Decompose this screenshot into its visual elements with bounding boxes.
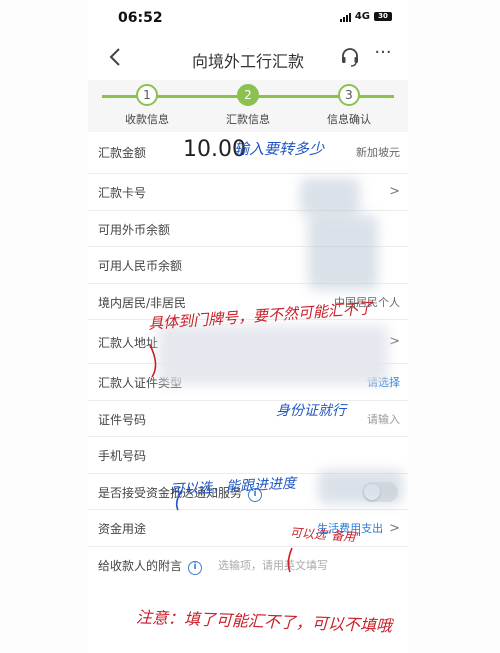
amount-label: 汇款金额 [98, 146, 147, 160]
step-label: 收款信息 [125, 113, 169, 126]
more-icon[interactable]: ··· [372, 44, 394, 66]
status-bar: 06:52 4G 30 [88, 0, 408, 38]
step-confirm: 3 信息确认 [304, 84, 394, 127]
step-label: 信息确认 [327, 113, 371, 126]
network-type: 4G [354, 11, 370, 22]
card-row[interactable]: 汇款卡号 > [88, 174, 408, 211]
status-indicators: 4G 30 [339, 11, 392, 22]
id-number-input[interactable]: 请输入 [367, 411, 400, 427]
signal-icon [339, 12, 351, 22]
step-number: 1 [136, 84, 158, 106]
id-number-label: 证件号码 [98, 412, 147, 427]
id-annotation: 身份证就行 [276, 403, 346, 419]
step-number: 3 [338, 84, 360, 106]
nav-bar: 向境外工行汇款 ··· [88, 40, 408, 76]
privacy-blur [300, 178, 360, 216]
page-title: 向境外工行汇款 [191, 52, 304, 71]
battery-icon: 30 [374, 12, 392, 21]
phone-row[interactable]: 手机号码 [88, 437, 408, 474]
step-remit-info: 2 汇款信息 [203, 84, 293, 127]
id-number-row[interactable]: 证件号码 请输入 [88, 401, 408, 437]
card-label: 汇款卡号 [98, 186, 147, 200]
remark-row[interactable]: 给收款人的附言 i 选输项，请用英文填写 [88, 547, 408, 584]
privacy-blur [158, 325, 388, 385]
rmb-balance-label: 可用人民币余额 [98, 259, 183, 273]
currency-value[interactable]: 新加坡元 [356, 144, 400, 160]
purpose-label: 资金用途 [98, 522, 147, 536]
remark-input[interactable]: 选输项，请用英文填写 [218, 557, 328, 573]
status-time: 06:52 [118, 10, 163, 26]
step-number: 2 [237, 84, 259, 106]
step-receiver-info: 1 收款信息 [102, 84, 192, 127]
fx-balance-label: 可用外币余额 [98, 222, 171, 237]
privacy-blur [308, 215, 378, 290]
privacy-blur [318, 470, 403, 504]
address-label: 汇款人地址 [98, 336, 159, 350]
remark-label: 给收款人的附言 i [98, 557, 203, 575]
amount-annotation: 输入要转多少 [234, 140, 325, 158]
progress-stepper: 1 收款信息 2 汇款信息 3 信息确认 [88, 80, 408, 132]
card-chevron-icon[interactable]: > [383, 184, 400, 199]
step-label: 汇款信息 [226, 113, 270, 126]
info-icon[interactable]: i [188, 560, 203, 575]
remark-label-text: 给收款人的附言 [98, 558, 183, 573]
phone-label: 手机号码 [98, 449, 147, 463]
headset-icon[interactable] [340, 46, 360, 68]
residency-label: 境内居民/非居民 [98, 295, 187, 310]
